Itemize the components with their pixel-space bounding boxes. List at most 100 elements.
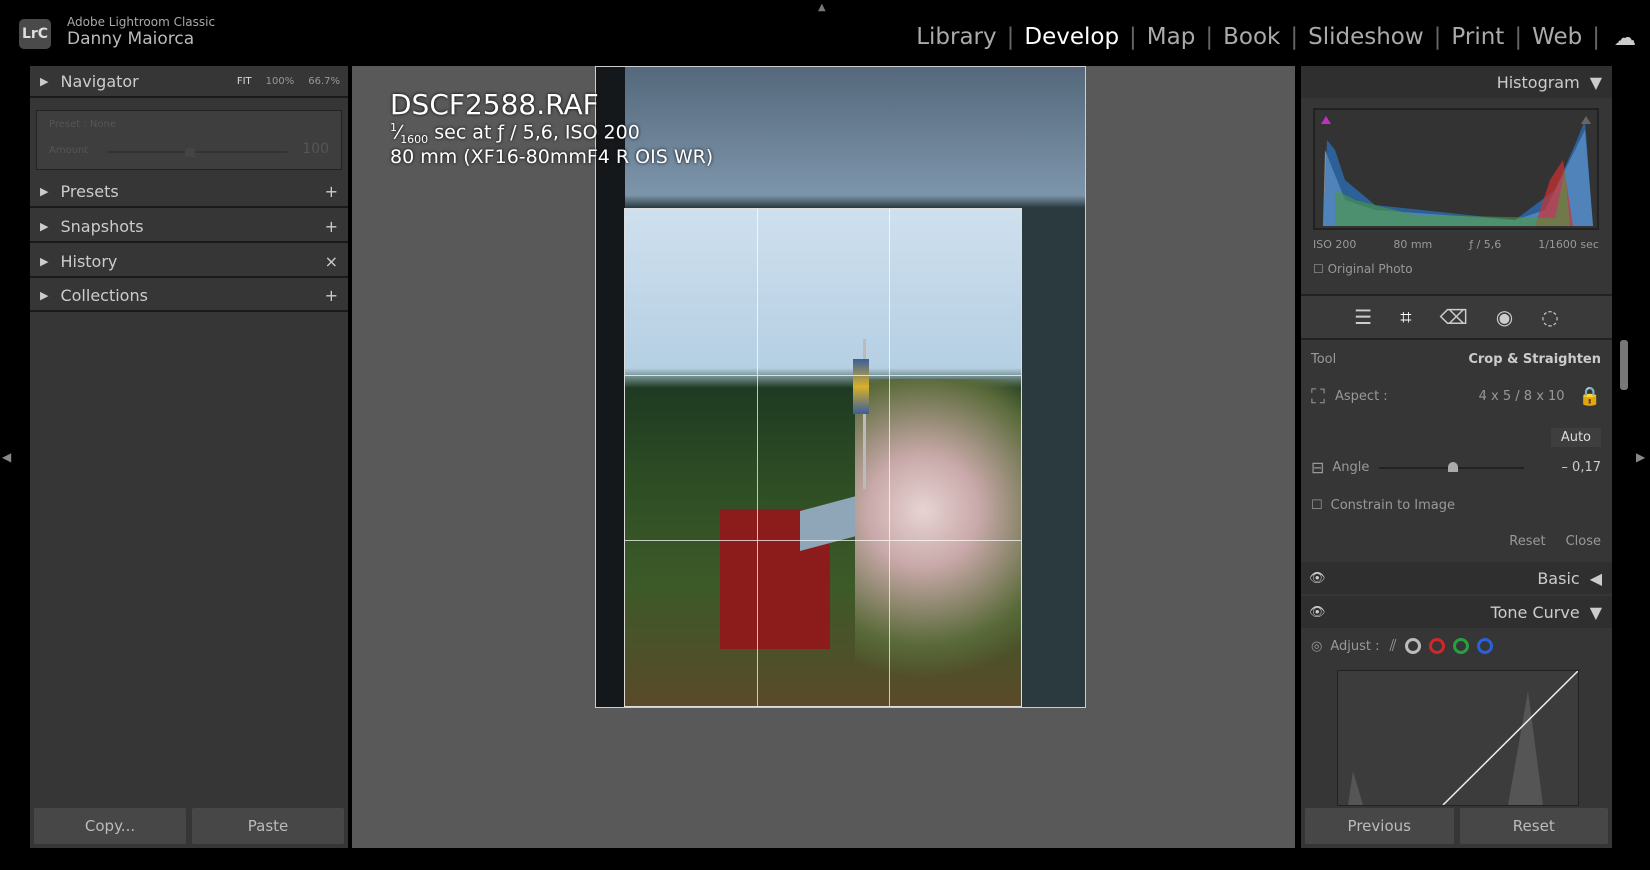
shutter: 1/1600 sec (1538, 238, 1599, 251)
user-name: Danny Maiorca (67, 29, 195, 49)
module-slideshow[interactable]: Slideshow (1298, 24, 1434, 50)
crop-frame-icon[interactable]: ⛶ (1311, 384, 1325, 408)
mask-icon[interactable]: ◌ (1541, 305, 1558, 329)
product-name: Adobe Lightroom Classic (67, 15, 216, 29)
module-book[interactable]: Book (1213, 24, 1290, 50)
collapse-top-icon[interactable]: ▲ (818, 2, 826, 13)
histogram-graph (1321, 116, 1593, 226)
zoom-667[interactable]: 66.7% (308, 76, 340, 87)
rgb-channel-icon[interactable] (1404, 638, 1421, 654)
history-label: History (60, 251, 118, 271)
module-map[interactable]: Map (1137, 24, 1206, 50)
paste-button[interactable]: Paste (192, 808, 344, 844)
preset-preview-box: Preset : None Amount 100 (36, 110, 342, 170)
blue-channel-icon[interactable] (1476, 638, 1493, 654)
aspect-select[interactable]: 4 x 5 / 8 x 10 (1479, 389, 1565, 404)
navigator-label: Navigator (60, 71, 139, 91)
left-panel-toggle-icon[interactable]: ◀ (2, 450, 11, 464)
eye-icon: 👁 (1309, 570, 1326, 586)
module-picker: Library | Develop | Map | Book | Slideshow | … (906, 24, 1600, 50)
right-panel-toggle-icon[interactable]: ▶ (1636, 450, 1645, 464)
snapshots-header[interactable]: ▶ Snapshots + (30, 211, 348, 243)
angle-slider[interactable] (1379, 461, 1525, 472)
adjust-label: Adjust : (1330, 638, 1380, 654)
module-library[interactable]: Library (906, 24, 1006, 50)
add-preset-icon[interactable]: + (325, 182, 338, 201)
red-channel-icon[interactable] (1428, 638, 1445, 654)
module-develop[interactable]: Develop (1014, 24, 1129, 50)
crop-close-button[interactable]: Close (1566, 534, 1601, 549)
module-print[interactable]: Print (1441, 24, 1514, 50)
clear-history-icon[interactable]: × (325, 252, 338, 271)
navigator-header[interactable]: ▶ Navigator FIT 100% 66.7% (30, 66, 348, 98)
expand-icon: ◀ (1589, 568, 1602, 588)
focal-length: 80 mm (1393, 238, 1433, 251)
basic-header[interactable]: 👁 Basic ◀ (1301, 562, 1612, 594)
collections-header[interactable]: ▶ Collections + (30, 280, 348, 312)
sliders-icon[interactable]: ☰ (1354, 305, 1372, 329)
tool-strip: ☰ ⌗ ⌫ ◉ ◌ (1301, 294, 1612, 340)
parametric-curve-icon[interactable]: ⫽ (1390, 636, 1397, 656)
crop-icon[interactable]: ⌗ (1400, 305, 1411, 329)
tool-name: Crop & Straighten (1468, 352, 1601, 367)
amount-label: Amount (49, 145, 89, 156)
snapshots-label: Snapshots (60, 216, 144, 236)
add-collection-icon[interactable]: + (325, 286, 338, 305)
module-web[interactable]: Web (1522, 24, 1592, 50)
amount-value: 100 (302, 141, 329, 157)
expand-icon: ▶ (40, 74, 49, 88)
previous-button[interactable]: Previous (1305, 808, 1454, 844)
zoom-fit[interactable]: FIT (237, 76, 252, 87)
target-adjust-icon[interactable]: ◎ (1311, 639, 1322, 654)
add-snapshot-icon[interactable]: + (325, 217, 338, 236)
history-header[interactable]: ▶ History × (30, 246, 348, 278)
lrc-logo: LrC (19, 19, 51, 49)
right-bottom-bar: Previous Reset (1301, 808, 1612, 844)
collections-label: Collections (60, 285, 148, 305)
left-panel: ▶ Navigator FIT 100% 66.7% Preset : None… (30, 66, 348, 848)
eraser-icon[interactable]: ⌫ (1440, 305, 1468, 329)
presets-header[interactable]: ▶ Presets + (30, 176, 348, 208)
zoom-100[interactable]: 100% (266, 76, 295, 87)
histogram-exif: ISO 200 80 mm ƒ / 5,6 1/1600 sec (1313, 238, 1599, 251)
constrain-label: Constrain to Image (1330, 498, 1455, 513)
highlight-clip-icon (1581, 116, 1591, 124)
tone-curve-header[interactable]: 👁 Tone Curve ▼ (1301, 596, 1612, 628)
constrain-checkbox[interactable]: ☐ (1311, 498, 1323, 513)
presets-label: Presets (60, 181, 119, 201)
aperture: ƒ / 5,6 (1469, 238, 1502, 251)
eye-icon: 👁 (1309, 604, 1326, 620)
redeye-icon[interactable]: ◉ (1496, 305, 1513, 329)
histogram-header[interactable]: Histogram ▼ (1301, 66, 1612, 98)
original-photo-checkbox[interactable]: ☐ Original Photo (1313, 262, 1413, 276)
tool-label: Tool (1311, 352, 1337, 367)
reset-button[interactable]: Reset (1459, 808, 1608, 844)
right-panel-scrollbar[interactable] (1620, 340, 1628, 390)
aspect-label: Aspect : (1335, 388, 1388, 404)
right-panel: Histogram ▼ ISO 200 80 mm ƒ / 5,6 1/1600 sec… (1301, 66, 1612, 848)
iso: ISO 200 (1313, 238, 1357, 251)
preset-name: Preset : None (49, 119, 116, 130)
lens-info: 80 mm (XF16-80mmF4 R OIS WR) (390, 146, 714, 169)
tone-curve-graph[interactable] (1337, 670, 1579, 806)
histogram (1313, 108, 1599, 230)
lock-icon[interactable]: 🔒 (1579, 386, 1601, 407)
straighten-tool-icon[interactable]: ⊟ (1311, 458, 1324, 477)
copy-button[interactable]: Copy... (34, 808, 186, 844)
left-bottom-bar: Copy... Paste (30, 808, 348, 844)
angle-label: Angle (1332, 460, 1370, 475)
crop-reset-button[interactable]: Reset (1509, 534, 1545, 549)
filename: DSCF2588.RAF (390, 88, 599, 121)
green-channel-icon[interactable] (1452, 638, 1469, 654)
auto-button[interactable]: Auto (1550, 428, 1601, 447)
photo-info-overlay: DSCF2588.RAF 1⁄1600 sec at ƒ / 5,6, ISO … (390, 88, 713, 168)
collapse-icon: ▼ (1589, 602, 1602, 622)
crop-overlay[interactable] (624, 208, 1022, 707)
amount-slider[interactable] (107, 147, 287, 157)
shadow-clip-icon (1321, 116, 1331, 124)
angle-value[interactable]: – 0,17 (1561, 460, 1601, 475)
collapse-icon: ▼ (1589, 72, 1602, 92)
cloud-icon[interactable]: ☁ (1614, 26, 1636, 51)
exposure-info: 1⁄1600 sec at ƒ / 5,6, ISO 200 (390, 121, 640, 147)
top-bar: LrC Adobe Lightroom Classic Danny Maiorc… (0, 0, 1650, 63)
